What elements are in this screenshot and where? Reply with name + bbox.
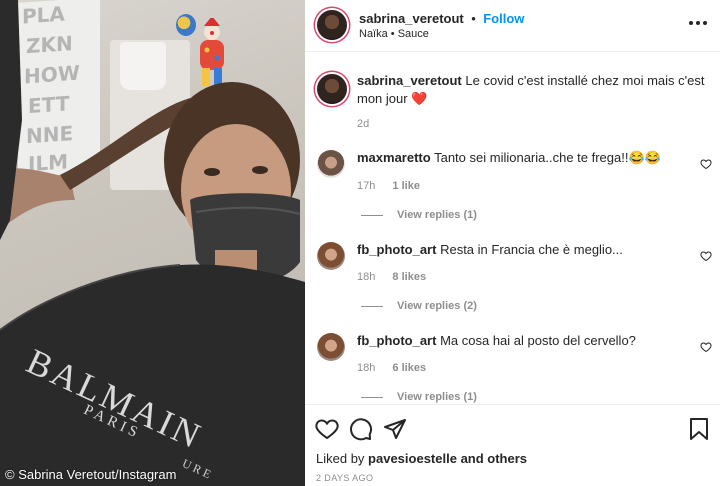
author-avatar[interactable] [317,10,347,40]
comment-time[interactable]: 18h [357,362,375,374]
more-options-icon[interactable] [686,16,710,30]
view-replies-button[interactable]: View replies (2) [361,300,477,312]
like-comment-icon[interactable] [700,341,712,353]
replies-line [361,396,383,398]
commenter-avatar[interactable] [317,333,345,361]
comment-item: maxmaretto Tanto sei milionaria..che te … [305,148,720,228]
commenter-username[interactable]: maxmaretto [357,150,431,165]
follow-button[interactable]: Follow [483,11,524,26]
comment-text-block: fb_photo_art Resta in Francia che è megl… [357,241,677,259]
heart-emoji: ❤️ [411,91,428,106]
post-side-panel: sabrina_veretout • Follow Naïka • Sauce … [305,0,720,486]
comment-likes[interactable]: 6 likes [392,362,426,374]
view-replies-label[interactable]: View replies (2) [397,300,477,312]
author-username[interactable]: sabrina_veretout [359,11,464,26]
audio-label[interactable]: Naïka • Sauce [359,28,429,40]
post-actions-bar [305,404,720,448]
liked-by-line: Liked by pavesioestelle and others [316,451,527,466]
comment-time[interactable]: 17h [357,180,375,192]
comment-time[interactable]: 18h [357,271,375,283]
comment-text: Resta in Francia che è meglio... [440,242,623,257]
comment-item: fb_photo_art Resta in Francia che è megl… [305,240,720,320]
bookmark-save-icon[interactable] [688,417,710,441]
caption-text-block: sabrina_veretout Le covid c'est installé… [357,72,707,108]
comment-meta: 18h 6 likes [357,362,440,374]
view-replies-button[interactable]: View replies (1) [361,209,477,221]
comment-likes[interactable]: 1 like [392,180,420,192]
like-comment-icon[interactable] [700,250,712,262]
replies-line [361,305,383,307]
post-photo[interactable]: PLA ZKN HOW ETT NNE ILM BALMAIN PARIS UR… [0,0,305,486]
comment-text: Tanto sei milionaria..che te frega!!😂😂 [434,150,661,165]
view-replies-button[interactable]: View replies (1) [361,391,477,403]
comment-item: fb_photo_art Ma cosa hai al posto del ce… [305,331,720,404]
caption-avatar[interactable] [317,74,347,104]
liked-by-others[interactable]: and others [461,451,527,466]
comment-meta: 17h 1 like [357,180,434,192]
caption-username[interactable]: sabrina_veretout [357,73,462,88]
liked-by-prefix: Liked by [316,451,365,466]
header-title-row: sabrina_veretout • Follow [359,10,524,28]
header-separator: • [471,11,476,26]
commenter-avatar[interactable] [317,150,345,178]
post-time-ago[interactable]: 2 DAYS AGO [316,473,373,483]
view-replies-label[interactable]: View replies (1) [397,391,477,403]
post-header: sabrina_veretout • Follow Naïka • Sauce [305,0,720,52]
caption-time[interactable]: 2d [357,118,369,130]
comment-bubble-icon[interactable] [349,417,373,441]
replies-line [361,214,383,216]
commenter-avatar[interactable] [317,242,345,270]
comment-text-block: maxmaretto Tanto sei milionaria..che te … [357,149,677,167]
comment-meta: 18h 8 likes [357,271,440,283]
comment-text: Ma cosa hai al posto del cervello? [440,333,636,348]
commenter-username[interactable]: fb_photo_art [357,333,436,348]
photo-credit: © Sabrina Veretout/Instagram [5,467,177,482]
liked-by-user[interactable]: pavesioestelle [368,451,457,466]
caption: sabrina_veretout Le covid c'est installé… [305,72,720,134]
share-send-icon[interactable] [383,417,407,441]
caption-meta: 2d [357,118,383,130]
comment-likes[interactable]: 8 likes [392,271,426,283]
like-heart-icon[interactable] [315,417,339,441]
like-comment-icon[interactable] [700,158,712,170]
comment-text-block: fb_photo_art Ma cosa hai al posto del ce… [357,332,677,350]
view-replies-label[interactable]: View replies (1) [397,209,477,221]
commenter-username[interactable]: fb_photo_art [357,242,436,257]
